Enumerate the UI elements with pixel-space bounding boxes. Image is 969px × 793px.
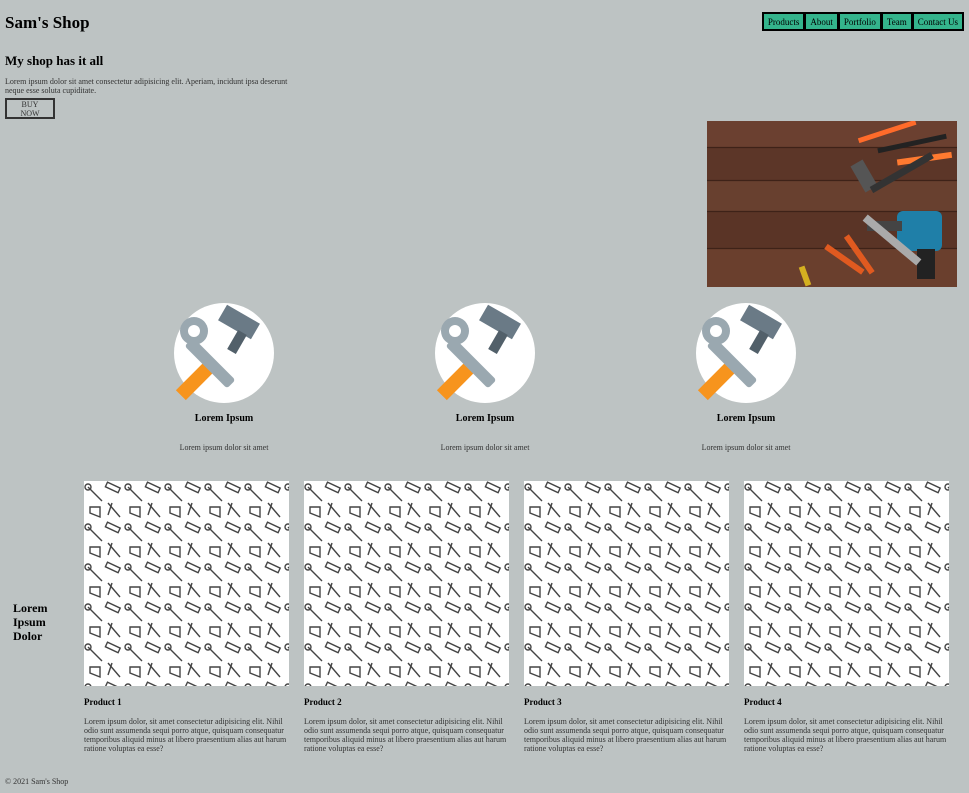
feature-text: Lorem ipsum dolor sit amet	[701, 443, 791, 452]
product-description: Lorem ipsum dolor, sit amet consectetur …	[744, 717, 947, 753]
hammer-wrench-icon	[696, 303, 796, 403]
product-card[interactable]: Product 2 Lorem ipsum dolor, sit amet co…	[304, 481, 509, 753]
hammer-wrench-icon	[435, 303, 535, 403]
hero-title: My shop has it all	[5, 53, 104, 68]
hammer-wrench-icon	[174, 303, 274, 403]
product-card[interactable]: Product 1 Lorem ipsum dolor, sit amet co…	[84, 481, 289, 753]
feature-title: Lorem Ipsum	[194, 413, 254, 424]
tools-pattern-image	[524, 481, 729, 686]
feature-card: Lorem Ipsum Lorem ipsum dolor sit amet	[646, 303, 846, 452]
buy-now-button[interactable]: BUY NOW	[5, 98, 55, 119]
tools-pattern-image	[84, 481, 289, 686]
main-nav: Products About Portfolio Team Contact Us	[761, 12, 964, 31]
product-description: Lorem ipsum dolor, sit amet consectetur …	[524, 717, 727, 753]
footer-copyright: © 2021 Sam's Shop	[5, 777, 69, 786]
brand-title: Sam's Shop	[5, 13, 90, 32]
tools-pattern-image	[744, 481, 949, 686]
feature-card: Lorem Ipsum Lorem ipsum dolor sit amet	[385, 303, 585, 452]
tools-on-wood-image	[707, 119, 957, 287]
product-description: Lorem ipsum dolor, sit amet consectetur …	[84, 717, 287, 753]
product-description: Lorem ipsum dolor, sit amet consectetur …	[304, 717, 507, 753]
product-name: Product 3	[524, 697, 562, 707]
tools-pattern-image	[304, 481, 509, 686]
feature-text: Lorem ipsum dolor sit amet	[440, 443, 530, 452]
hero-text: Lorem ipsum dolor sit amet consectetur a…	[5, 77, 288, 95]
nav-portfolio-button[interactable]: Portfolio	[837, 12, 882, 31]
feature-title: Lorem Ipsum	[716, 413, 776, 424]
product-name: Product 1	[84, 697, 122, 707]
products-heading: Lorem Ipsum Dolor	[13, 601, 48, 643]
product-card[interactable]: Product 4 Lorem ipsum dolor, sit amet co…	[744, 481, 949, 753]
product-card[interactable]: Product 3 Lorem ipsum dolor, sit amet co…	[524, 481, 729, 753]
feature-text: Lorem ipsum dolor sit amet	[179, 443, 269, 452]
nav-about-button[interactable]: About	[804, 12, 839, 31]
product-name: Product 4	[744, 697, 782, 707]
feature-title: Lorem Ipsum	[455, 413, 515, 424]
nav-products-button[interactable]: Products	[761, 12, 806, 31]
product-name: Product 2	[304, 697, 342, 707]
nav-contact-button[interactable]: Contact Us	[911, 12, 964, 31]
feature-card: Lorem Ipsum Lorem ipsum dolor sit amet	[124, 303, 324, 452]
nav-team-button[interactable]: Team	[880, 12, 913, 31]
